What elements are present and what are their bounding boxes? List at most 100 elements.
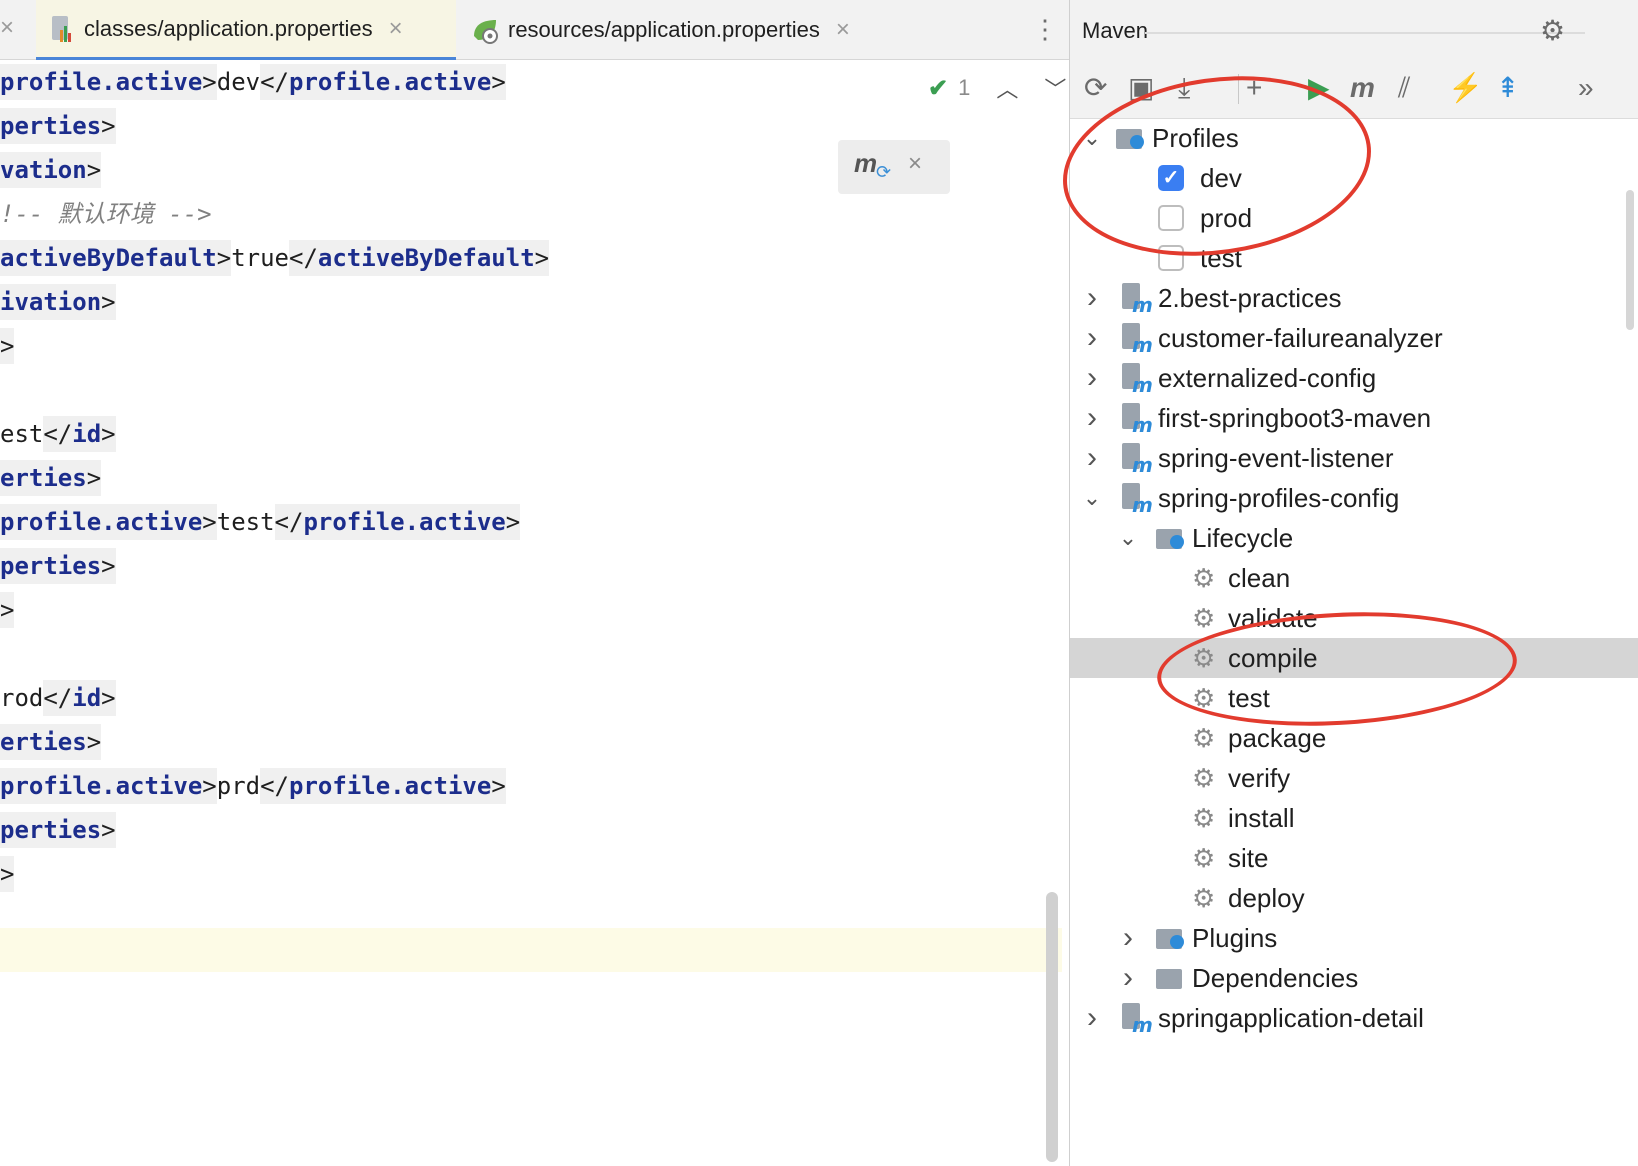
collapse-icon[interactable]: ⇞ (1496, 72, 1519, 104)
goal-label: verify (1228, 762, 1291, 793)
code-line[interactable] (0, 940, 1058, 984)
next-highlight-icon[interactable]: ﹀ (1044, 72, 1066, 104)
chevron-right-icon[interactable]: › (1082, 321, 1102, 355)
maven-header: Maven ⚙ (1070, 0, 1638, 60)
chevron-right-icon[interactable]: › (1082, 281, 1102, 315)
tree-item-module[interactable]: › m 2.best-practices (1070, 278, 1638, 318)
close-icon[interactable]: × (389, 15, 403, 43)
tab-classes-application-properties[interactable]: classes/application.properties × (36, 0, 456, 60)
reload-icon[interactable]: ⟳ (1084, 72, 1107, 104)
chevron-down-icon[interactable]: ⌄ (1118, 525, 1138, 551)
xml-tag-name: profile.active (289, 768, 492, 804)
xml-tag-name: activeByDefault (317, 240, 535, 276)
code-line[interactable] (0, 368, 1058, 412)
maven-module-icon: m (1122, 1003, 1153, 1037)
chevron-down-icon[interactable]: ⌄ (1082, 485, 1102, 511)
tree-item-module[interactable]: › m customer-failureanalyzer (1070, 318, 1638, 358)
code-line[interactable]: activeByDefault>true</activeByDefault> (0, 236, 1058, 280)
tree-item-plugins[interactable]: › Plugins (1070, 918, 1638, 958)
code-editor[interactable]: profile.active>dev</profile.active> perti… (0, 60, 1058, 984)
close-icon[interactable]: × (908, 150, 922, 178)
offline-icon[interactable]: ⚡ (1448, 72, 1483, 104)
chevron-right-icon[interactable]: › (1118, 961, 1138, 995)
xml-tag-name: profile.active (0, 504, 203, 540)
code-line[interactable]: perties> (0, 808, 1058, 852)
code-line[interactable]: ivation> (0, 280, 1058, 324)
dependencies-icon (1156, 965, 1186, 991)
gear-icon: ⚙ (1192, 562, 1216, 593)
xml-tag-name: erties (0, 724, 87, 760)
xml-punctuation: > (86, 152, 102, 188)
xml-tag-name: id (72, 416, 102, 452)
plugins-icon (1156, 925, 1186, 951)
xml-tag-name: id (72, 680, 102, 716)
code-line[interactable]: erties> (0, 456, 1058, 500)
previous-highlight-icon[interactable]: ︿ (996, 72, 1018, 104)
tree-item-lifecycle[interactable]: ⌄ Lifecycle (1070, 518, 1638, 558)
skip-tests-icon[interactable]: ⫽ (1398, 72, 1411, 104)
xml-tag-name: perties (0, 108, 102, 144)
inspection-widget[interactable]: ✔ 1 ︿ ﹀ (928, 72, 1066, 104)
code-line[interactable]: profile.active>dev</profile.active> (0, 60, 1058, 104)
xml-tag-name: erties (0, 460, 87, 496)
code-line[interactable]: > (0, 588, 1058, 632)
load-maven-changes-popup[interactable]: m ⟳ × (838, 140, 950, 194)
chevron-right-icon[interactable]: › (1082, 361, 1102, 395)
xml-comment: !-- 默认环境 --> (0, 200, 212, 228)
check-icon: ✔ (928, 74, 949, 102)
xml-punctuation: > (0, 856, 15, 892)
gear-icon: ⚙ (1192, 882, 1216, 913)
tree-item-module-expanded[interactable]: ⌄ m spring-profiles-config (1070, 478, 1638, 518)
refresh-icon: ⟳ (876, 162, 892, 182)
code-line[interactable]: !-- 默认环境 --> (0, 192, 1058, 236)
code-line[interactable]: rod</id> (0, 676, 1058, 720)
code-line[interactable]: profile.active>test</profile.active> (0, 500, 1058, 544)
code-line[interactable]: profile.active>prd</profile.active> (0, 764, 1058, 808)
close-icon[interactable]: × (836, 16, 850, 44)
module-label: springapplication-detail (1158, 1002, 1424, 1033)
lifecycle-goal-deploy[interactable]: ⚙ deploy (1070, 878, 1638, 918)
more-tabs-icon[interactable]: ⋮ (1032, 14, 1058, 44)
tree-item-dependencies[interactable]: › Dependencies (1070, 958, 1638, 998)
code-line[interactable]: > (0, 324, 1058, 368)
chevron-right-icon[interactable]: › (1082, 401, 1102, 435)
lifecycle-goal-site[interactable]: ⚙ site (1070, 838, 1638, 878)
chevron-right-icon[interactable]: › (1118, 921, 1138, 955)
header-drag-line (1145, 32, 1585, 34)
maven-goal-icon[interactable]: m (1350, 72, 1375, 104)
tree-item-label: Plugins (1192, 922, 1278, 953)
editor-scrollbar[interactable] (1046, 892, 1058, 1162)
more-icon[interactable]: » (1578, 72, 1594, 104)
code-line[interactable] (0, 896, 1058, 940)
chevron-right-icon[interactable]: › (1082, 441, 1102, 475)
xml-punctuation: </ (43, 680, 73, 716)
lifecycle-goal-clean[interactable]: ⚙ clean (1070, 558, 1638, 598)
code-line[interactable]: > (0, 852, 1058, 896)
chevron-right-icon[interactable]: › (1082, 1001, 1102, 1035)
xml-tag-name: profile.active (289, 64, 492, 100)
maven-module-icon: m (1122, 323, 1153, 357)
close-icon[interactable]: × (0, 14, 14, 42)
tree-item-module[interactable]: › m spring-event-listener (1070, 438, 1638, 478)
xml-punctuation: </ (260, 768, 290, 804)
code-line[interactable] (0, 632, 1058, 676)
tree-item-module[interactable]: › m springapplication-detail (1070, 998, 1638, 1038)
tab-label: classes/application.properties (84, 15, 373, 41)
tree-item-module[interactable]: › m first-springboot3-maven (1070, 398, 1638, 438)
code-line[interactable]: perties> (0, 544, 1058, 588)
maven-m-glyph: m (1132, 373, 1153, 397)
gear-icon[interactable]: ⚙ (1540, 14, 1565, 47)
xml-punctuation: > (101, 680, 116, 716)
code-line[interactable]: erties> (0, 720, 1058, 764)
code-line[interactable]: est</id> (0, 412, 1058, 456)
xml-tag-name: activeByDefault (0, 240, 217, 276)
lifecycle-goal-verify[interactable]: ⚙ verify (1070, 758, 1638, 798)
maven-scrollbar[interactable] (1626, 190, 1634, 330)
gear-icon: ⚙ (1192, 722, 1216, 753)
lifecycle-icon (1156, 525, 1186, 551)
tree-item-module[interactable]: › m externalized-config (1070, 358, 1638, 398)
lifecycle-goal-install[interactable]: ⚙ install (1070, 798, 1638, 838)
tab-resources-application-properties[interactable]: resources/application.properties × (470, 0, 850, 60)
xml-punctuation: </ (43, 416, 73, 452)
module-label: customer-failureanalyzer (1158, 322, 1443, 353)
